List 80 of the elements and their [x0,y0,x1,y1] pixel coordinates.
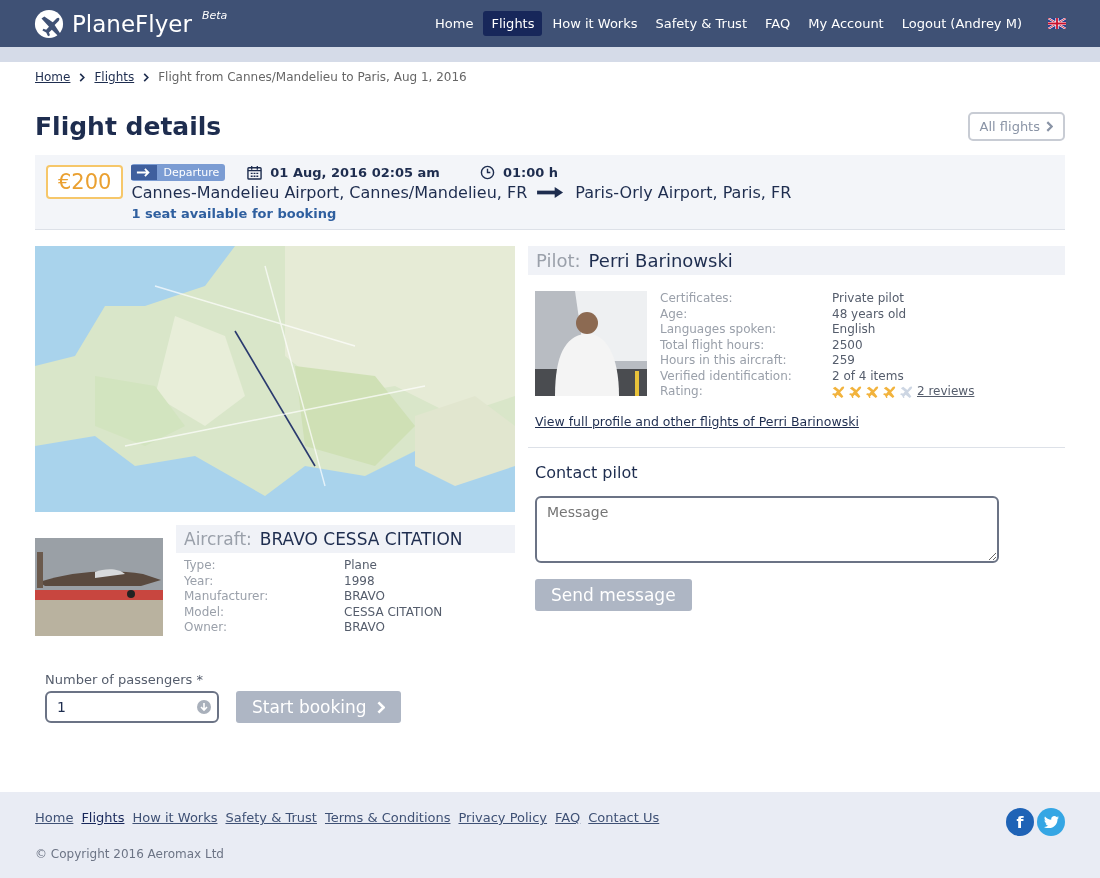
footer-link[interactable]: Privacy Policy [458,810,548,825]
chevron-icon [1046,121,1053,132]
nav-link[interactable]: Safety & Trust [647,11,755,36]
detail-label: Languages spoken: [660,322,778,338]
detail-value: 259 [832,353,856,369]
seats-available: 1 seat available for booking [131,206,338,221]
footer-link[interactable]: Home [35,810,74,825]
plane-star-icon [849,385,862,399]
twitter-button[interactable] [1037,808,1065,836]
chevron-icon [376,700,385,714]
aircraft-name: BRAVO CESSA CITATION [259,529,463,549]
chevron-icon [79,72,86,82]
nav-link[interactable]: FAQ [757,11,799,36]
departure-date: 01 Aug, 2016 02:05 am [270,165,440,180]
detail-value: Plane [344,558,378,574]
nav-link[interactable]: Flights [483,11,543,36]
footer-link[interactable]: How it Works [132,810,218,825]
detail-value: CESSA CITATION [344,604,444,620]
detail-label: Type: [184,558,217,574]
brand-name[interactable]: PlaneFlyer [72,8,192,39]
rating-label: Rating: [660,384,704,400]
footer-link[interactable]: Flights [81,810,125,825]
beta-label: Beta [201,8,228,22]
profile-link[interactable]: View full profile and other flights of Perri Barinowski [535,413,859,429]
nav-link[interactable]: My Account [800,11,892,36]
pilot-name: Perri Barinowski [588,250,733,271]
detail-value: BRAVO [344,620,386,636]
detail-label: Model: [184,604,226,620]
flight-duration: 01:00 h [502,165,559,180]
contact-title: Contact pilot [535,462,639,482]
plane-logo-icon [34,8,64,39]
arrow-icon [537,186,566,199]
detail-label: Verified identification: [660,368,793,384]
plane-star-icon [883,385,896,399]
detail-label: Manufacturer: [184,589,270,605]
message-field[interactable]: Message [535,495,999,563]
detail-value: English [832,322,877,338]
plane-star-icon [866,385,879,399]
detail-value: 48 years old [832,306,908,322]
detail-value: BRAVO [344,589,386,605]
facebook-button[interactable]: f [1006,808,1034,836]
detail-value: 2500 [832,337,864,353]
plane-star-icon [832,385,845,399]
detail-label: Year: [184,573,215,589]
origin-airport: Cannes-Mandelieu Airport, Cannes/Mandelieu, FR [131,183,528,202]
detail-label: Hours in this aircraft: [660,353,788,369]
nav-link[interactable]: Logout (Andrey M) [893,11,1030,36]
footer-link[interactable]: Terms & Conditions [324,810,451,825]
passengers-select[interactable]: 1 [45,691,219,723]
pilot-label: Pilot: [536,250,581,271]
copyright: © Copyright 2016 Aeromax Ltd [35,847,225,861]
passengers-label: Number of passengers * [45,672,205,687]
dropdown-icon [197,700,211,714]
footer-link[interactable]: FAQ [555,810,581,825]
detail-label: Age: [660,306,689,322]
empty-plane-star-icon [900,385,913,399]
destination-airport: Paris-Orly Airport, Paris, FR [575,183,792,202]
nav-link[interactable]: Home [427,11,482,36]
chevron-icon [143,72,150,82]
bird-icon [1043,816,1059,828]
uk-flag-icon[interactable] [1048,18,1066,29]
breadcrumb-current: Flight from Cannes/Mandelieu to Paris, Aug 1, 2016 [158,70,467,84]
aircraft-label: Aircraft: [184,529,252,549]
footer-link[interactable]: Safety & Trust [225,810,317,825]
breadcrumb-link[interactable]: Flights [94,70,135,84]
reviews-link[interactable]: 2 reviews [917,384,975,400]
detail-value: 1998 [344,573,376,589]
departure-badge: Departure [131,164,226,181]
footer-link[interactable]: Contact Us [588,810,660,825]
clock-icon [479,165,495,180]
detail-label: Certificates: [660,291,734,307]
detail-label: Total flight hours: [660,337,766,353]
calendar-icon [247,165,263,180]
page-title: Flight details [35,112,222,141]
detail-label: Owner: [184,620,228,636]
detail-value: Private pilot [832,291,905,307]
breadcrumb-link[interactable]: Home [35,70,71,84]
price-tag: €200 [46,165,124,199]
nav-link[interactable]: How it Works [544,11,646,36]
detail-value: 2 of 4 items [832,368,905,384]
